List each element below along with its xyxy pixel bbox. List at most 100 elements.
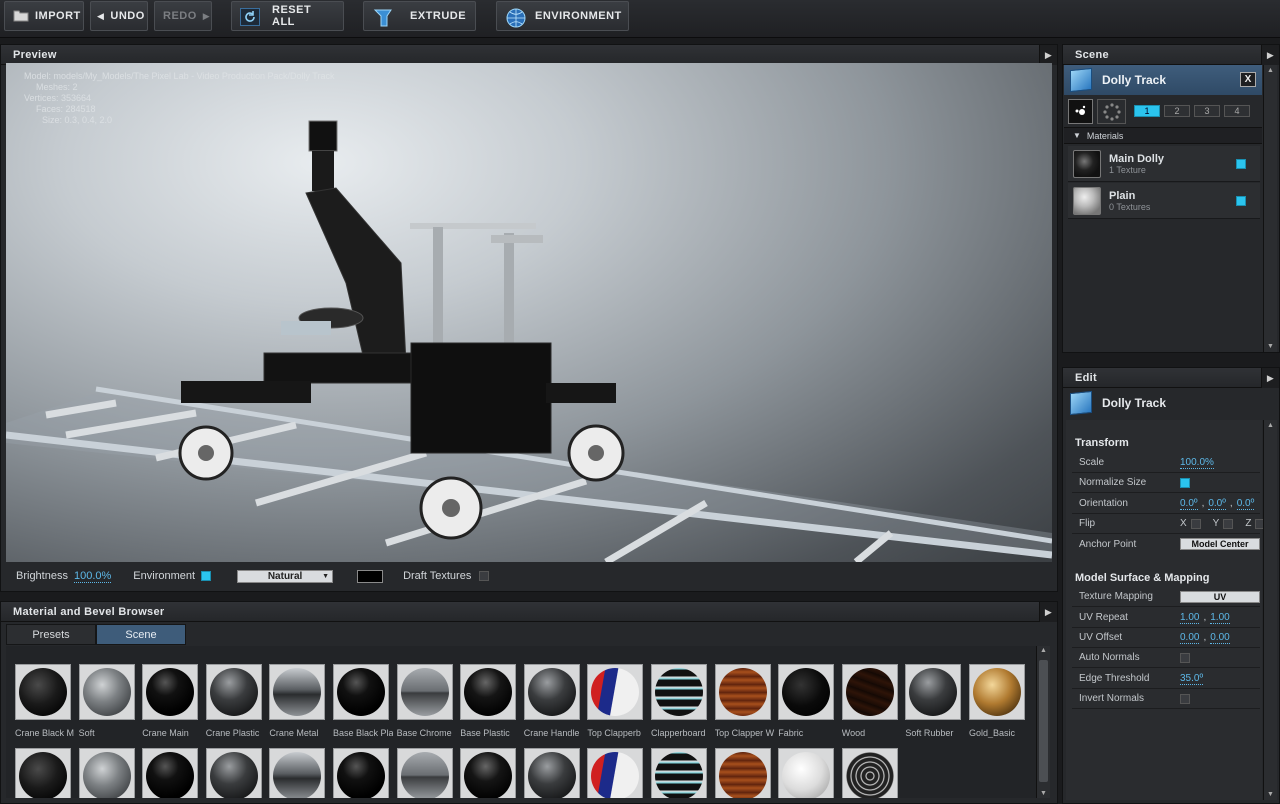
redo-button[interactable]: REDO ▶ xyxy=(154,1,212,31)
particles-mode-icon[interactable] xyxy=(1097,99,1126,124)
expand-arrow-icon[interactable]: ▶ xyxy=(1039,45,1057,65)
orientation-z-value[interactable]: 0.0º xyxy=(1236,498,1255,510)
3d-viewport[interactable]: Model: models/My_Models/The Pixel Lab - … xyxy=(6,63,1052,562)
material-swatch[interactable]: Wood xyxy=(841,664,906,746)
normalize-size-checkbox[interactable] xyxy=(1180,477,1190,488)
import-button[interactable]: IMPORT xyxy=(4,1,84,31)
anchor-point-button[interactable]: Model Center xyxy=(1180,538,1260,550)
scene-scrollbar[interactable]: ▲ ▼ xyxy=(1263,65,1277,352)
flip-y-checkbox[interactable] xyxy=(1223,518,1234,529)
environment-preset-dropdown[interactable]: Natural ▼ xyxy=(237,569,334,583)
material-swatch[interactable] xyxy=(841,748,906,798)
material-swatch[interactable] xyxy=(142,748,206,798)
close-object-button[interactable]: X xyxy=(1240,72,1256,87)
page-1-button[interactable]: 1 xyxy=(1134,105,1160,117)
material-swatch[interactable] xyxy=(78,748,143,798)
reset-all-button[interactable]: RESET ALL xyxy=(231,1,344,31)
material-enable-checkbox[interactable] xyxy=(1236,196,1246,206)
orientation-label: Orientation xyxy=(1079,498,1128,509)
uv-repeat-u-value[interactable]: 1.00 xyxy=(1180,612,1200,624)
environment-checkbox[interactable] xyxy=(201,571,212,581)
material-swatch[interactable] xyxy=(205,748,270,798)
material-swatch[interactable]: Crane Main xyxy=(142,664,206,746)
material-swatch[interactable] xyxy=(651,748,715,798)
scroll-down-icon[interactable]: ▼ xyxy=(1267,343,1274,350)
material-swatch[interactable] xyxy=(269,748,333,798)
draft-textures-checkbox[interactable] xyxy=(479,571,490,581)
material-swatch[interactable] xyxy=(15,748,79,798)
scroll-down-icon[interactable]: ▼ xyxy=(1040,790,1047,797)
extrude-button[interactable]: EXTRUDE xyxy=(363,1,476,31)
material-swatch[interactable]: Top Clapperb xyxy=(587,664,651,746)
orientation-y-value[interactable]: 0.0º xyxy=(1208,498,1226,510)
scroll-up-icon[interactable]: ▲ xyxy=(1267,422,1274,429)
material-swatch[interactable] xyxy=(460,748,524,798)
page-4-button[interactable]: 4 xyxy=(1224,105,1250,117)
page-2-button[interactable]: 2 xyxy=(1164,105,1190,117)
material-swatch[interactable]: Clapperboard xyxy=(651,664,715,746)
material-swatch[interactable]: Base Black Pla xyxy=(333,664,397,746)
material-sphere xyxy=(591,668,640,716)
environment-button[interactable]: ENVIRONMENT xyxy=(496,1,629,31)
material-sphere xyxy=(909,668,958,716)
material-name: Crane Plastic xyxy=(205,728,260,738)
material-swatch[interactable]: Soft Rubber xyxy=(905,664,969,746)
scale-value[interactable]: 100.0% xyxy=(1180,457,1214,469)
scene-selected-object[interactable]: Dolly Track X xyxy=(1064,65,1262,95)
uv-offset-u-value[interactable]: 0.00 xyxy=(1180,632,1200,644)
material-sphere xyxy=(337,752,385,798)
material-swatch[interactable]: Soft xyxy=(78,664,143,746)
uv-offset-v-value[interactable]: 0.00 xyxy=(1210,632,1230,644)
material-swatch[interactable] xyxy=(333,748,397,798)
material-sphere xyxy=(273,668,322,716)
edit-scrollbar[interactable]: ▲ ▼ xyxy=(1263,420,1277,800)
material-name: Base Black Pla xyxy=(333,728,393,738)
material-preview xyxy=(523,664,580,720)
material-swatch[interactable] xyxy=(523,748,588,798)
material-swatch[interactable]: Top Clapper W xyxy=(714,664,779,746)
scene-material-item[interactable]: Main Dolly 1 Texture xyxy=(1068,146,1260,182)
object-mode-icon[interactable] xyxy=(1068,99,1093,124)
material-sphere xyxy=(82,752,131,798)
material-swatch[interactable]: Crane Metal xyxy=(269,664,333,746)
scroll-up-icon[interactable]: ▲ xyxy=(1040,647,1047,654)
scroll-down-icon[interactable]: ▼ xyxy=(1267,791,1274,798)
texture-mapping-button[interactable]: UV xyxy=(1180,590,1260,603)
orientation-x-value[interactable]: 0.0º xyxy=(1180,498,1198,510)
flip-x-checkbox[interactable] xyxy=(1190,518,1201,529)
material-swatch[interactable] xyxy=(778,748,842,798)
invert-normals-checkbox[interactable] xyxy=(1180,693,1190,704)
materials-section-header[interactable]: ▼ Materials xyxy=(1064,127,1262,144)
main-toolbar: IMPORT ◀ UNDO REDO ▶ RESET ALL EXTRUDE E… xyxy=(0,0,1280,38)
material-swatch[interactable]: Base Plastic xyxy=(460,664,524,746)
material-thumbnail xyxy=(1073,186,1101,215)
material-browser-title: Material and Bevel Browser xyxy=(13,605,165,618)
expand-arrow-icon[interactable]: ▶ xyxy=(1261,368,1279,388)
material-swatch[interactable] xyxy=(396,748,461,798)
expand-arrow-icon[interactable]: ▶ xyxy=(1261,45,1279,65)
brightness-value[interactable]: 100.0% xyxy=(73,570,112,583)
scene-material-item[interactable]: Plain 0 Textures xyxy=(1068,183,1260,219)
material-swatch[interactable]: Crane Handle xyxy=(523,664,588,746)
undo-button[interactable]: ◀ UNDO xyxy=(90,1,148,31)
background-color-swatch[interactable] xyxy=(357,569,384,583)
material-swatch[interactable]: Gold_Basic xyxy=(969,664,1033,746)
material-swatch[interactable]: Fabric xyxy=(778,664,842,746)
page-3-button[interactable]: 3 xyxy=(1194,105,1220,117)
edge-threshold-value[interactable]: 35.0º xyxy=(1180,673,1204,685)
material-swatch[interactable]: Base Chrome xyxy=(396,664,461,746)
scrollbar-thumb[interactable] xyxy=(1039,660,1048,782)
scroll-up-icon[interactable]: ▲ xyxy=(1267,67,1274,74)
material-swatch[interactable] xyxy=(714,748,779,798)
expand-arrow-icon[interactable]: ▶ xyxy=(1039,602,1057,622)
tab-presets[interactable]: Presets xyxy=(6,624,96,645)
auto-normals-checkbox[interactable] xyxy=(1180,652,1190,663)
material-enable-checkbox[interactable] xyxy=(1236,159,1246,169)
uv-repeat-v-value[interactable]: 1.00 xyxy=(1210,612,1230,624)
material-swatch[interactable]: Crane Black M xyxy=(15,664,79,746)
material-grid-scrollbar[interactable]: ▲ ▼ xyxy=(1036,646,1050,798)
tab-scene[interactable]: Scene xyxy=(96,624,186,645)
material-swatch[interactable]: Crane Plastic xyxy=(205,664,270,746)
material-swatch[interactable] xyxy=(587,748,651,798)
material-preview xyxy=(523,748,580,798)
